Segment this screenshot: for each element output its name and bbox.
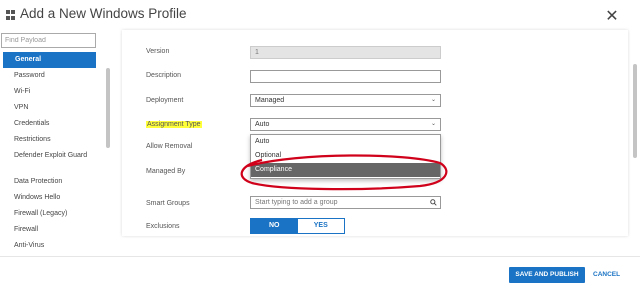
sidebar-item-data-protection[interactable]: Data Protection [0, 174, 100, 190]
sidebar-scrollbar[interactable] [106, 68, 110, 148]
exclusions-no-button[interactable]: NO [251, 219, 298, 233]
close-icon[interactable]: ✕ [604, 8, 620, 24]
save-and-publish-button[interactable]: SAVE AND PUBLISH [509, 267, 585, 283]
exclusions-toggle: NO YES [250, 218, 345, 234]
description-field[interactable] [250, 70, 441, 83]
exclusions-label: Exclusions [146, 223, 180, 230]
chevron-down-icon: ⌄ [430, 121, 436, 127]
sidebar-item-general[interactable]: General [3, 52, 96, 68]
description-label: Description [146, 72, 182, 79]
assignment-type-label: Assignment Type [146, 121, 202, 128]
search-icon [430, 199, 437, 206]
footer-bar: SAVE AND PUBLISH CANCEL [0, 256, 640, 288]
option-compliance[interactable]: Compliance [251, 163, 440, 177]
sidebar-item-password[interactable]: Password [0, 68, 100, 84]
sidebar-item-defender-exploit-guard[interactable]: Defender Exploit Guard [0, 148, 100, 174]
smart-groups-placeholder: Start typing to add a group [255, 199, 338, 206]
sidebar-item-anti-virus[interactable]: Anti-Virus [0, 238, 100, 254]
deployment-select[interactable]: Managed ⌄ [250, 94, 441, 107]
payload-sidebar: General Password Wi-Fi VPN Credentials R… [0, 30, 117, 256]
smart-groups-input[interactable]: Start typing to add a group [250, 196, 441, 209]
option-optional[interactable]: Optional [251, 149, 440, 163]
payload-nav: General Password Wi-Fi VPN Credentials R… [0, 52, 100, 254]
exclusions-yes-button[interactable]: YES [297, 219, 344, 233]
sidebar-item-credentials[interactable]: Credentials [0, 116, 100, 132]
form-scrollbar[interactable] [633, 64, 637, 158]
form-panel: Version 1 Description Deployment Managed… [122, 30, 628, 236]
sidebar-item-windows-hello[interactable]: Windows Hello [0, 190, 100, 206]
version-field: 1 [250, 46, 441, 59]
assignment-type-label-text: Assignment Type [146, 121, 202, 128]
cancel-button[interactable]: CANCEL [593, 267, 620, 283]
sidebar-item-vpn[interactable]: VPN [0, 100, 100, 116]
title-bar: Add a New Windows Profile ✕ [0, 0, 640, 30]
deployment-label: Deployment [146, 97, 184, 104]
option-auto[interactable]: Auto [251, 135, 440, 149]
deployment-value: Managed [255, 97, 285, 104]
find-payload-input[interactable] [1, 33, 96, 48]
assignment-type-select[interactable]: Auto ⌄ [250, 118, 441, 131]
version-label: Version [146, 48, 170, 55]
assignment-type-dropdown: Auto Optional Compliance [250, 134, 441, 179]
chevron-down-icon: ⌄ [430, 97, 436, 103]
managed-by-label: Managed By [146, 168, 186, 175]
windows-logo-icon [6, 10, 16, 20]
smart-groups-label: Smart Groups [146, 200, 190, 207]
sidebar-item-restrictions[interactable]: Restrictions [0, 132, 100, 148]
sidebar-item-firewall[interactable]: Firewall [0, 222, 100, 238]
sidebar-item-wifi[interactable]: Wi-Fi [0, 84, 100, 100]
sidebar-item-firewall-legacy[interactable]: Firewall (Legacy) [0, 206, 100, 222]
assignment-type-value: Auto [255, 121, 270, 128]
allow-removal-label: Allow Removal [146, 143, 193, 150]
window-title: Add a New Windows Profile [20, 6, 187, 21]
